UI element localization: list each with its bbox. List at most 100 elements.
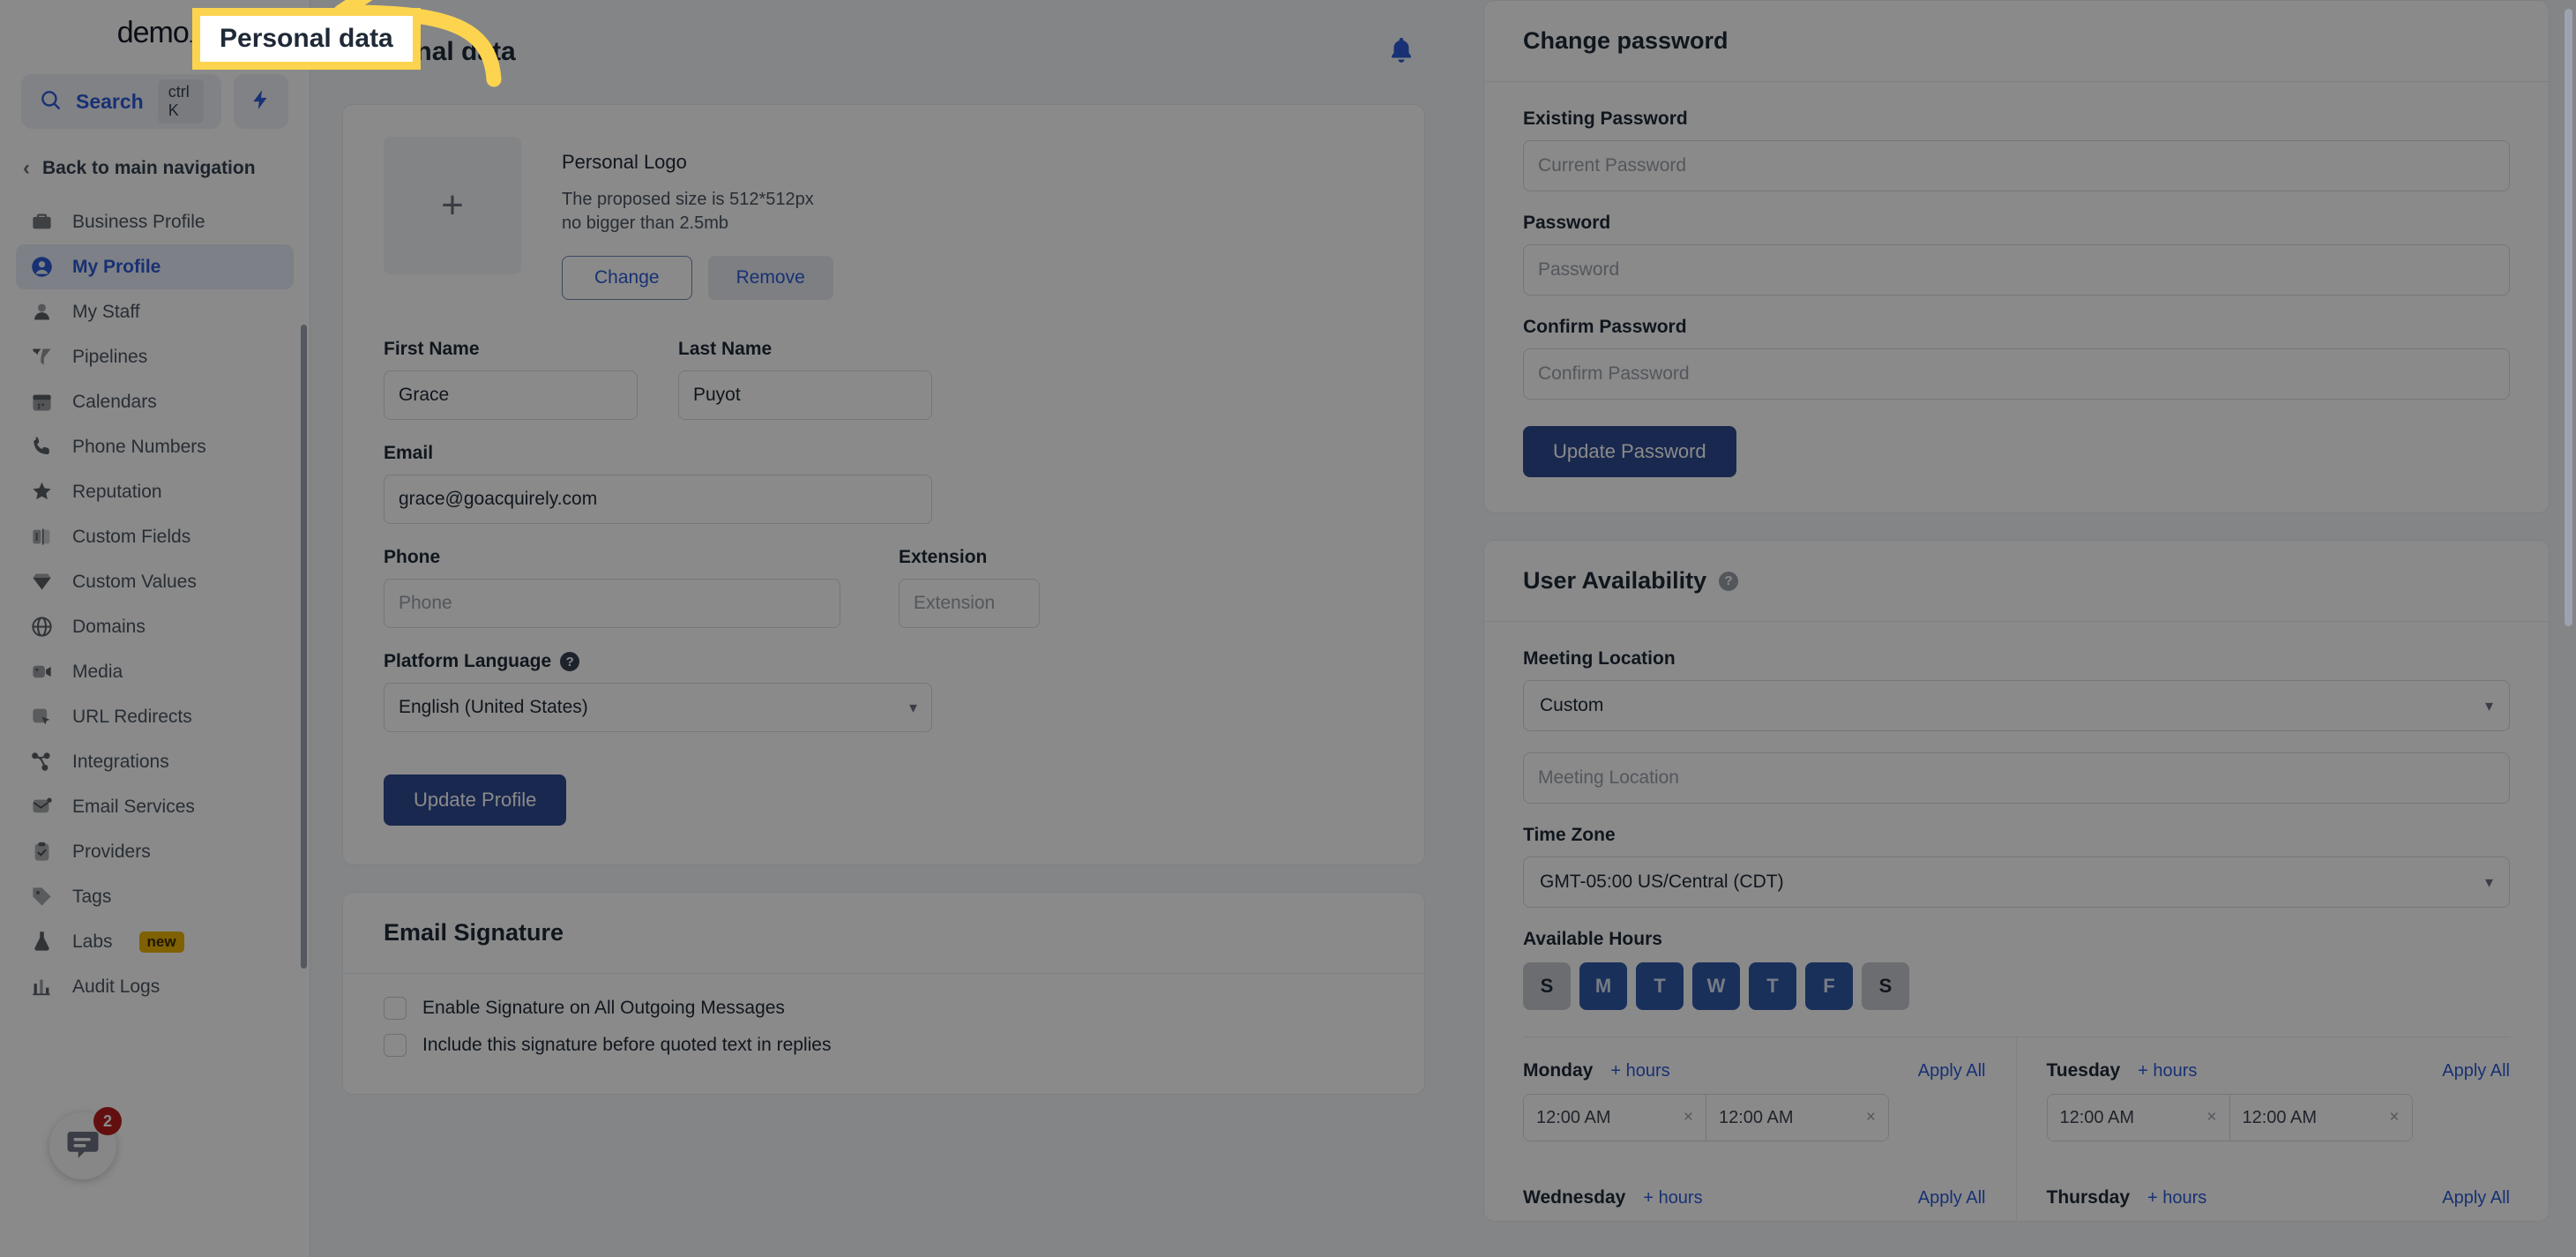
apply-all-link[interactable]: Apply All	[1918, 1061, 1986, 1081]
user-icon	[28, 299, 55, 325]
sidebar-item-integrations[interactable]: Integrations	[16, 739, 294, 784]
end-time-input[interactable]: 12:00 AM ×	[1706, 1095, 1888, 1141]
search-label: Search	[76, 89, 144, 113]
day-toggle-sunday[interactable]: S	[1523, 962, 1571, 1010]
update-password-button[interactable]: Update Password	[1523, 426, 1736, 477]
confirm-password-field: Confirm Password	[1523, 317, 2510, 400]
brand-name: demo	[116, 15, 190, 49]
sidebar-item-domains[interactable]: Domains	[16, 604, 294, 649]
sidebar-item-my-profile[interactable]: My Profile	[16, 244, 294, 289]
schedule-row-tuesday: Tuesday + hours Apply All 12:00 AM × 12:…	[2017, 1037, 2510, 1164]
sidebar-scrollbar[interactable]	[301, 325, 307, 969]
end-time-input[interactable]: 12:00 AM ×	[2229, 1095, 2412, 1141]
sidebar-item-business-profile[interactable]: Business Profile	[16, 199, 294, 244]
first-name-input[interactable]	[384, 370, 638, 421]
day-toggle-thursday[interactable]: T	[1749, 962, 1796, 1010]
sidebar-item-my-staff[interactable]: My Staff	[16, 289, 294, 334]
sidebar-item-custom-values[interactable]: Custom Values	[16, 559, 294, 604]
platform-language-select[interactable]: English (United States) ▾	[384, 683, 932, 733]
password-field: Password	[1523, 213, 2510, 296]
include-signature-checkbox[interactable]	[384, 1034, 407, 1058]
sidebar-item-url-redirects[interactable]: URL Redirects	[16, 694, 294, 739]
existing-password-input[interactable]	[1523, 140, 2510, 191]
logo-info: Personal Logo The proposed size is 512*5…	[562, 137, 833, 301]
add-hours-link[interactable]: + hours	[1610, 1061, 1669, 1081]
last-name-input[interactable]	[678, 370, 932, 421]
email-input[interactable]	[384, 475, 932, 525]
search-input[interactable]: Search ctrl K	[21, 74, 221, 129]
sidebar-item-phone-numbers[interactable]: Phone Numbers	[16, 424, 294, 469]
chevron-down-icon: ▾	[908, 698, 917, 716]
remove-logo-button[interactable]: Remove	[707, 256, 833, 301]
sidebar-item-audit-logs[interactable]: Audit Logs	[16, 964, 294, 1009]
meeting-location-label: Meeting Location	[1523, 648, 1676, 669]
start-time-input[interactable]: 12:00 AM ×	[1524, 1095, 1706, 1141]
day-toggle-group: S M T W T F S	[1523, 962, 2510, 1010]
clear-icon[interactable]: ×	[2389, 1108, 2399, 1127]
apply-all-link[interactable]: Apply All	[1918, 1188, 1986, 1208]
confirm-password-input[interactable]	[1523, 348, 2510, 400]
sidebar-item-providers[interactable]: Providers	[16, 829, 294, 874]
phone-input[interactable]	[384, 579, 840, 629]
change-logo-button[interactable]: Change	[562, 256, 692, 301]
sidebar-item-pipelines[interactable]: Pipelines	[16, 334, 294, 379]
clipboard-check-icon	[28, 839, 55, 865]
enable-signature-row[interactable]: Enable Signature on All Outgoing Message…	[384, 997, 1384, 1021]
password-input[interactable]	[1523, 244, 2510, 296]
callout-text: Personal data	[200, 16, 413, 62]
user-circle-icon	[28, 254, 55, 281]
plus-icon: +	[441, 183, 464, 227]
email-signature-card: Email Signature Enable Signature on All …	[342, 892, 1425, 1096]
funnel-icon	[28, 344, 55, 370]
meeting-location-select[interactable]: Custom ▾	[1523, 680, 2510, 731]
timezone-field: Time Zone GMT-05:00 US/Central (CDT) ▾	[1523, 825, 2510, 908]
meeting-location-input[interactable]	[1523, 752, 2510, 804]
nodes-icon	[28, 749, 55, 775]
page-scrollbar[interactable]	[2565, 9, 2572, 626]
clear-icon[interactable]: ×	[2206, 1108, 2216, 1127]
day-toggle-tuesday[interactable]: T	[1636, 962, 1684, 1010]
user-availability-title: User Availability	[1523, 567, 1707, 594]
sidebar-item-label: My Profile	[72, 256, 161, 277]
sidebar-item-labs[interactable]: Labs new	[16, 919, 294, 964]
user-availability-body: Meeting Location Custom ▾ Time Zone GMT-…	[1484, 622, 2549, 1221]
day-toggle-wednesday[interactable]: W	[1692, 962, 1740, 1010]
include-signature-row[interactable]: Include this signature before quoted tex…	[384, 1034, 1384, 1058]
extension-input[interactable]	[899, 579, 1040, 629]
sidebar-item-reputation[interactable]: Reputation	[16, 469, 294, 514]
logo-upload-dropzone[interactable]: +	[384, 137, 521, 274]
question-mark-icon[interactable]: ?	[560, 652, 580, 672]
back-to-main-navigation[interactable]: ‹ Back to main navigation	[0, 141, 310, 196]
enable-signature-checkbox[interactable]	[384, 997, 407, 1021]
add-hours-link[interactable]: + hours	[2138, 1061, 2197, 1081]
password-label: Password	[1523, 213, 1611, 233]
sidebar-item-calendars[interactable]: Calendars	[16, 379, 294, 424]
sidebar-item-label: Email Services	[72, 796, 195, 817]
day-toggle-saturday[interactable]: S	[1862, 962, 1909, 1010]
time-range: 12:00 AM × 12:00 AM ×	[1523, 1094, 1889, 1141]
start-time-input[interactable]: 12:00 AM ×	[2047, 1095, 2229, 1141]
quick-action-button[interactable]	[234, 74, 288, 129]
sidebar-item-custom-fields[interactable]: Custom Fields	[16, 514, 294, 559]
sidebar-item-label: Integrations	[72, 751, 169, 772]
update-profile-button[interactable]: Update Profile	[384, 774, 567, 827]
chat-widget-button[interactable]: 2	[49, 1107, 122, 1179]
sidebar-item-tags[interactable]: Tags	[16, 874, 294, 919]
day-toggle-friday[interactable]: F	[1805, 962, 1853, 1010]
timezone-select[interactable]: GMT-05:00 US/Central (CDT) ▾	[1523, 857, 2510, 908]
first-name-field: First Name	[384, 339, 638, 421]
clear-icon[interactable]: ×	[1866, 1108, 1876, 1127]
star-icon	[28, 479, 55, 505]
clear-icon[interactable]: ×	[1684, 1108, 1693, 1127]
sidebar-item-media[interactable]: Media	[16, 649, 294, 694]
question-mark-icon[interactable]: ?	[1719, 571, 1739, 591]
main-content: Personal data + Personal Logo The propos…	[310, 0, 1457, 1257]
day-toggle-monday[interactable]: M	[1579, 962, 1627, 1010]
sidebar-item-email-services[interactable]: Email Services	[16, 784, 294, 829]
logo-buttons: Change Remove	[562, 256, 833, 301]
add-hours-link[interactable]: + hours	[2147, 1188, 2206, 1208]
apply-all-link[interactable]: Apply All	[2442, 1061, 2510, 1081]
notifications-button[interactable]	[1378, 28, 1425, 76]
add-hours-link[interactable]: + hours	[1643, 1188, 1702, 1208]
apply-all-link[interactable]: Apply All	[2442, 1188, 2510, 1208]
